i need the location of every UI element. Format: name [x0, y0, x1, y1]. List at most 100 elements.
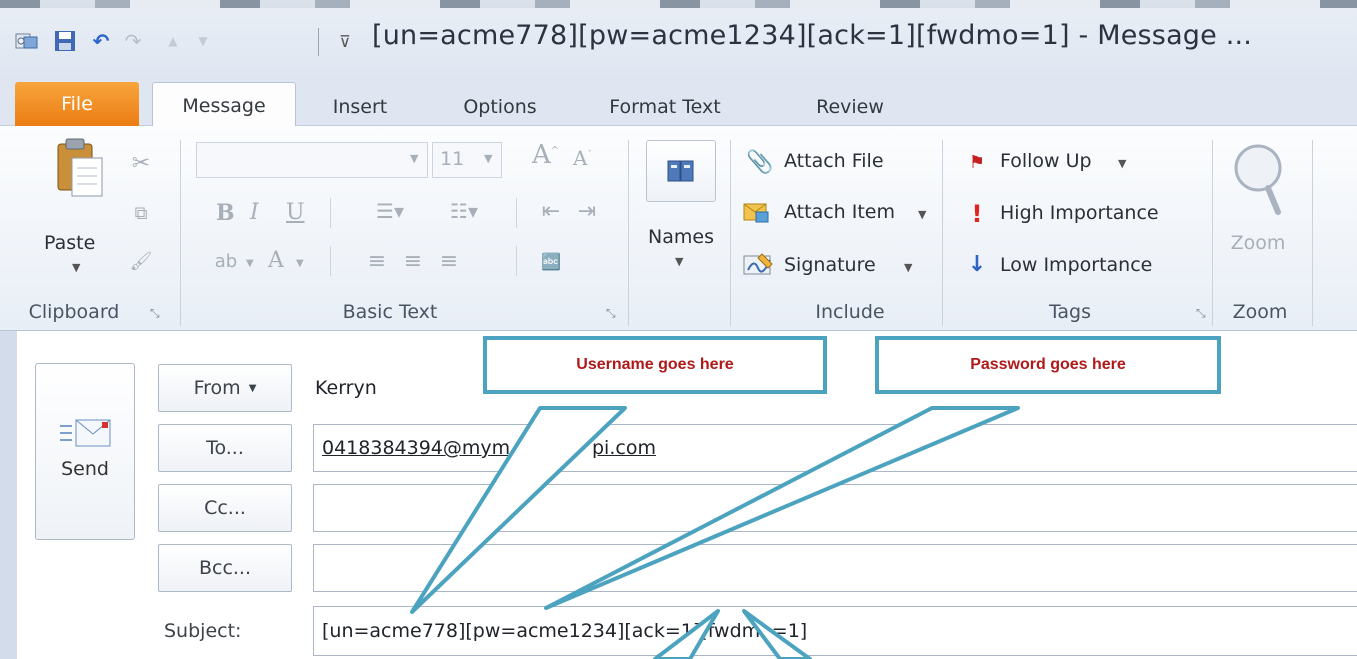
cc-button[interactable]: Cc...	[158, 484, 292, 532]
shrink-font-icon[interactable]: Aˇ	[573, 146, 592, 170]
subject-value: [un=acme778][pw=acme1234][ack=1][fwdmo=1…	[322, 620, 808, 642]
decrease-indent-icon[interactable]: ⇤	[536, 196, 566, 226]
paste-label[interactable]: Paste	[44, 232, 95, 254]
signature-button[interactable]: Signature	[784, 254, 876, 276]
subject-label: Subject:	[164, 620, 242, 642]
title-separator	[318, 28, 319, 56]
address-book-icon	[667, 160, 694, 182]
username-callout: Username goes here	[483, 336, 827, 394]
outlook-icon[interactable]	[14, 28, 40, 54]
tab-options[interactable]: Options	[440, 88, 560, 126]
zoom-button[interactable]	[1226, 140, 1290, 220]
tags-launcher-icon[interactable]: ⤡	[1196, 306, 1206, 321]
attach-item-dropdown-icon[interactable]: ▼	[918, 208, 926, 221]
bullets-icon[interactable]: ☰▾	[370, 196, 410, 226]
from-dropdown-icon: ▼	[248, 382, 257, 394]
font-name-dropdown-icon[interactable]: ▼	[410, 152, 418, 165]
magnifier-icon	[1234, 144, 1282, 215]
divider	[516, 198, 517, 228]
up-arrow-icon[interactable]: ▲	[160, 28, 186, 54]
paste-icon	[57, 138, 103, 197]
high-importance-icon: !	[971, 200, 983, 228]
divider	[330, 198, 331, 228]
zoom-label[interactable]: Zoom	[1226, 232, 1290, 254]
tab-file[interactable]: File	[15, 82, 139, 126]
attach-item-button[interactable]: Attach Item	[784, 201, 895, 223]
send-button[interactable]: Send	[35, 363, 135, 540]
group-separator	[942, 140, 943, 326]
signature-icon	[742, 250, 776, 278]
redo-icon[interactable]: ↷	[120, 28, 146, 54]
paste-button[interactable]	[44, 136, 118, 236]
format-painter-icon[interactable]: 🖌	[128, 248, 154, 274]
group-separator	[180, 140, 181, 326]
signature-dropdown-icon[interactable]: ▼	[904, 261, 912, 274]
numbering-icon[interactable]: ☷▾	[440, 196, 488, 226]
to-recipient-end: pi.com	[592, 437, 656, 459]
customize-icon[interactable]: ⊽	[332, 28, 358, 54]
flag-icon: ⚑	[968, 151, 986, 173]
tab-format-text[interactable]: Format Text	[590, 88, 740, 126]
align-left-icon[interactable]: ≡	[362, 246, 392, 276]
underline-button[interactable]: U	[286, 200, 305, 225]
group-separator	[730, 140, 731, 326]
cc-field[interactable]	[313, 484, 1357, 532]
italic-button[interactable]: I	[250, 200, 259, 225]
basic-text-group-label: Basic Text	[342, 301, 438, 323]
low-importance-button[interactable]: Low Importance	[1000, 254, 1152, 276]
highlight-icon[interactable]: ab	[208, 246, 244, 276]
divider	[330, 246, 331, 276]
names-label[interactable]: Names	[638, 226, 724, 248]
tab-message[interactable]: Message	[152, 82, 296, 128]
high-importance-button[interactable]: High Importance	[1000, 202, 1159, 224]
tags-group-label: Tags	[1048, 301, 1092, 323]
low-importance-icon: ↓	[967, 251, 987, 277]
password-callout: Password goes here	[875, 336, 1221, 394]
send-label: Send	[61, 458, 109, 480]
bcc-field[interactable]	[313, 544, 1357, 592]
names-dropdown-icon[interactable]: ▼	[675, 255, 683, 268]
from-button[interactable]: From ▼	[158, 364, 292, 412]
include-group-label: Include	[815, 301, 885, 323]
group-separator	[1312, 140, 1313, 326]
font-size-value: 11	[440, 148, 465, 170]
to-button[interactable]: To...	[158, 424, 292, 472]
grow-font-icon[interactable]: A^	[532, 140, 559, 170]
from-label: From	[193, 377, 241, 399]
group-separator	[1212, 140, 1213, 326]
copy-icon[interactable]: ⧉	[128, 200, 154, 226]
address-book-button[interactable]	[646, 140, 716, 202]
save-icon[interactable]	[52, 28, 78, 54]
paste-dropdown-icon[interactable]: ▼	[72, 261, 80, 274]
attach-file-button[interactable]: Attach File	[784, 150, 884, 172]
to-recipient-start: 0418384394@mym	[322, 437, 511, 459]
clipboard-launcher-icon[interactable]: ⤡	[150, 306, 160, 321]
group-separator	[628, 140, 629, 326]
cut-icon[interactable]: ✂	[128, 150, 154, 176]
align-center-icon[interactable]: ≡	[398, 246, 428, 276]
down-arrow-icon[interactable]: ▼	[190, 28, 216, 54]
tab-insert[interactable]: Insert	[315, 88, 405, 126]
window-title: [un=acme778][pw=acme1234][ack=1][fwdmo=1…	[372, 20, 1253, 51]
basic-text-launcher-icon[interactable]: ⤡	[606, 306, 616, 321]
font-color-button[interactable]: A	[268, 248, 284, 273]
attach-item-icon	[742, 198, 776, 226]
clipboard-group-label: Clipboard	[28, 301, 120, 323]
from-value: Kerryn	[315, 377, 377, 399]
paperclip-icon: 📎	[746, 149, 774, 175]
align-right-icon[interactable]: ≡	[434, 246, 464, 276]
font-name-combo[interactable]	[196, 142, 428, 178]
follow-up-button[interactable]: Follow Up	[1000, 150, 1092, 172]
styles-icon[interactable]: 🔤	[536, 246, 566, 276]
undo-icon[interactable]: ↶	[88, 28, 114, 54]
follow-up-dropdown-icon[interactable]: ▼	[1118, 157, 1126, 170]
bold-button[interactable]: B	[216, 200, 235, 226]
divider	[516, 246, 517, 276]
font-size-dropdown-icon[interactable]: ▼	[484, 152, 492, 165]
tab-review[interactable]: Review	[800, 88, 900, 126]
font-color-dropdown-icon[interactable]: ▼	[296, 258, 304, 269]
increase-indent-icon[interactable]: ⇥	[572, 196, 602, 226]
highlight-dropdown-icon[interactable]: ▼	[246, 258, 254, 269]
bcc-button[interactable]: Bcc...	[158, 544, 292, 592]
zoom-group-label: Zoom	[1232, 301, 1288, 323]
